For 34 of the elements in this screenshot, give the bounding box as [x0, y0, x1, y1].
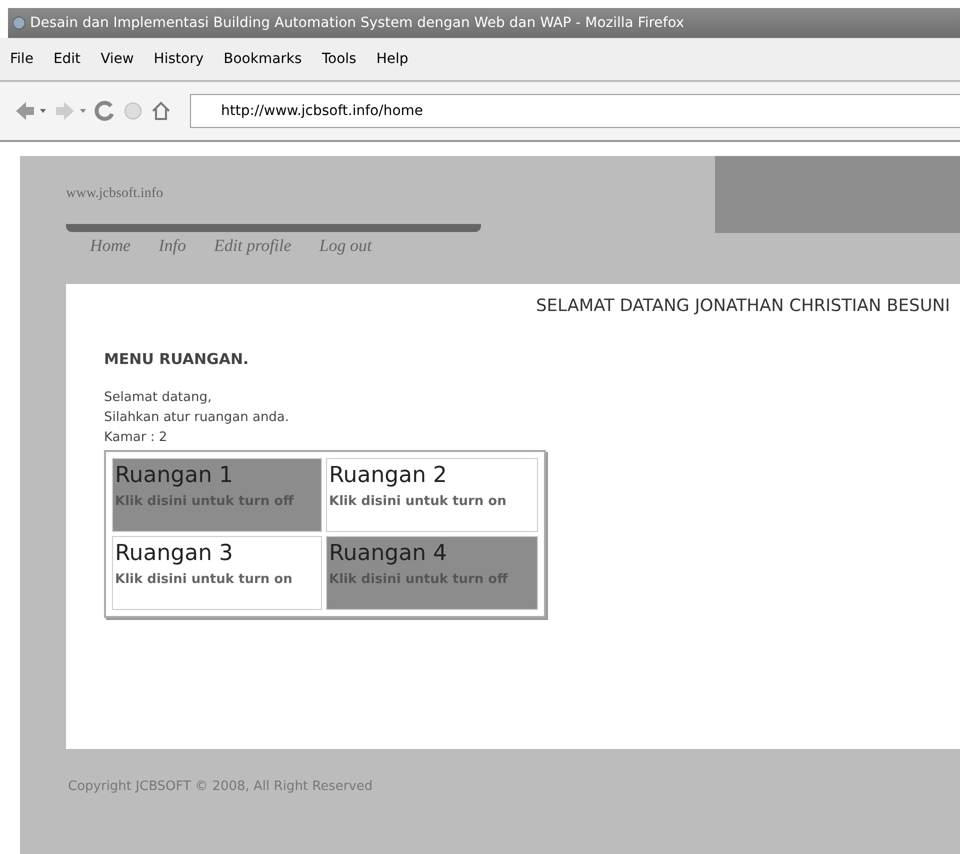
- menu-item[interactable]: History: [154, 51, 204, 67]
- forward-icon[interactable]: [54, 100, 88, 122]
- window-title: Desain dan Implementasi Building Automation System dengan Web dan WAP - Mozilla Firefox: [30, 15, 684, 31]
- section-heading: MENU RUANGAN.: [104, 350, 250, 368]
- intro-text: Selamat datang,: [104, 389, 213, 407]
- intro-text: Silahkan atur ruangan anda.: [104, 409, 290, 427]
- room-cell[interactable]: Ruangan 3 Klik disini untuk turn on: [112, 536, 322, 610]
- room-cell[interactable]: Ruangan 2 Klik disini untuk turn on: [326, 458, 538, 532]
- copyright-text: Copyright JCBSOFT © 2008, All Right Reserved: [68, 779, 373, 794]
- menu-item[interactable]: Help: [376, 51, 408, 67]
- welcome-text: SELAMAT DATANG JONATHAN CHRISTIAN BESUNI: [534, 296, 951, 316]
- menu-item[interactable]: View: [100, 51, 134, 67]
- room-toggle-link[interactable]: Klik disini untuk turn on: [329, 494, 535, 509]
- back-icon[interactable]: [14, 100, 48, 122]
- address-field[interactable]: http://www.jcbsoft.info/home: [190, 94, 960, 128]
- menu-item[interactable]: Edit: [53, 51, 81, 67]
- room-name: Ruangan 2: [329, 463, 448, 488]
- nav-link[interactable]: Log out: [319, 236, 372, 256]
- menu-item[interactable]: File: [10, 51, 34, 67]
- intro-text: Kamar : 2: [104, 429, 168, 447]
- room-toggle-link[interactable]: Klik disini untuk turn on: [115, 572, 319, 587]
- site-logo[interactable]: www.jcbsoft.info: [66, 186, 164, 202]
- home-icon[interactable]: [150, 100, 172, 122]
- globe-icon: [12, 16, 26, 30]
- nav-link[interactable]: Info: [158, 236, 186, 256]
- reload-icon[interactable]: [94, 100, 116, 122]
- menu-item[interactable]: Bookmarks: [224, 51, 302, 67]
- nav-link[interactable]: Home: [90, 236, 131, 256]
- room-name: Ruangan 3: [115, 541, 234, 566]
- stop-icon[interactable]: [122, 100, 144, 122]
- menu-item[interactable]: Tools: [322, 51, 356, 67]
- nav-link[interactable]: Edit profile: [214, 236, 292, 256]
- room-name: Ruangan 1: [115, 463, 234, 488]
- room-name: Ruangan 4: [329, 541, 448, 566]
